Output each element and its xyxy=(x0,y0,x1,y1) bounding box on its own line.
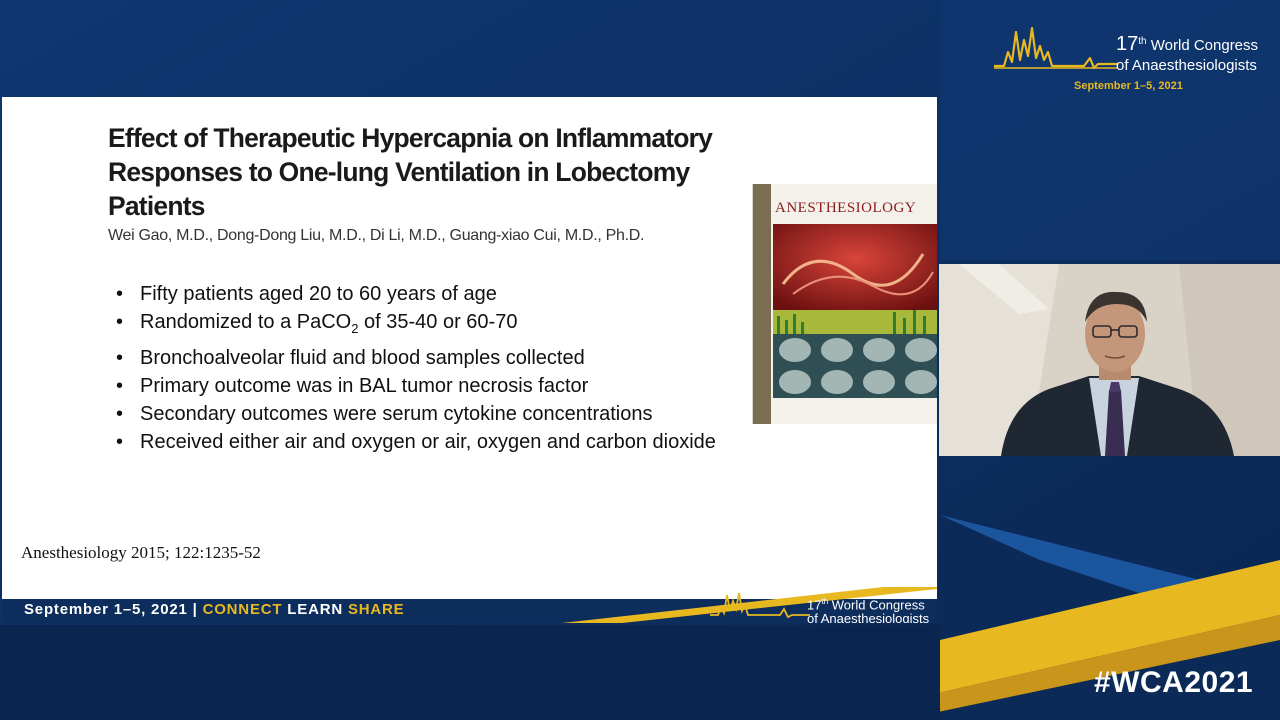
bullet-item: Primary outcome was in BAL tumor necrosi… xyxy=(114,372,716,401)
slide-title-line1: Effect of Therapeutic Hypercapnia on Inf… xyxy=(108,123,713,153)
footer-share: SHARE xyxy=(347,601,405,618)
event-dates: September 1–5, 2021 xyxy=(1074,80,1183,92)
bullet-item: Bronchoalveolar fluid and blood samples … xyxy=(114,344,716,373)
speaker-webcam xyxy=(939,264,1280,456)
event-hashtag: #WCA2021 xyxy=(1094,666,1254,699)
cover-artwork xyxy=(773,224,937,420)
heartbeat-logo-icon xyxy=(994,26,1118,70)
journal-cover: ANESTHESIOLOGY xyxy=(752,184,937,424)
citation: Anesthesiology 2015; 122:1235-52 xyxy=(21,543,261,562)
heartbeat-logo-icon xyxy=(710,592,810,619)
event-ordinal: th xyxy=(1138,36,1147,47)
bullet-item: Fifty patients aged 20 to 60 years of ag… xyxy=(114,280,716,309)
footer-event-name: 17th World Congress of Anaesthesiologist… xyxy=(807,595,929,623)
slide-authors: Wei Gao, M.D., Dong-Dong Liu, M.D., Di L… xyxy=(108,227,645,244)
event-name: 17th World Congress of Anaesthesiologist… xyxy=(1116,32,1258,76)
bullet-item: Randomized to a PaCO2 of 35-40 or 60-70 xyxy=(114,308,716,343)
footer-event-logo: 17th World Congress of Anaesthesiologist… xyxy=(710,587,937,623)
bullet-text: Randomized to a PaCO xyxy=(140,311,352,334)
slide-footer: September 1–5, 2021 | CONNECT LEARN SHAR… xyxy=(2,587,937,623)
footer-connect: CONNECT xyxy=(202,601,283,618)
cover-title: ANESTHESIOLOGY xyxy=(775,200,917,216)
footer-event-number: 17 xyxy=(807,597,822,613)
bullet-item: Received either air and oxygen or air, o… xyxy=(114,428,716,457)
footer-separator: | xyxy=(187,601,203,618)
speaker-video-frame xyxy=(939,264,1280,456)
bullet-list: Fifty patients aged 20 to 60 years of ag… xyxy=(114,280,716,457)
footer-learn: LEARN xyxy=(282,601,348,618)
slide-title-line2: Responses to One-lung Ventilation in Lob… xyxy=(108,157,690,221)
cover-spine xyxy=(753,184,771,424)
footer-event-line1: World Congress xyxy=(831,597,925,613)
event-brand: 17th World Congress of Anaesthesiologist… xyxy=(994,22,1274,102)
footer-tagline: September 1–5, 2021 | CONNECT LEARN SHAR… xyxy=(24,601,404,618)
event-number: 17 xyxy=(1116,33,1139,55)
bullet-text: of 35-40 or 60-70 xyxy=(358,311,518,334)
footer-event-ordinal: th xyxy=(821,597,829,606)
presentation-slide: Effect of Therapeutic Hypercapnia on Inf… xyxy=(2,97,937,623)
event-name-line1: World Congress xyxy=(1150,37,1259,54)
footer-event-line2: of Anaesthesiologists xyxy=(807,611,930,623)
event-name-line2: of Anaesthesiologists xyxy=(1116,57,1257,74)
bullet-item: Secondary outcomes were serum cytokine c… xyxy=(114,400,716,429)
slide-title: Effect of Therapeutic Hypercapnia on Inf… xyxy=(108,121,725,223)
footer-dates: September 1–5, 2021 xyxy=(24,601,188,618)
